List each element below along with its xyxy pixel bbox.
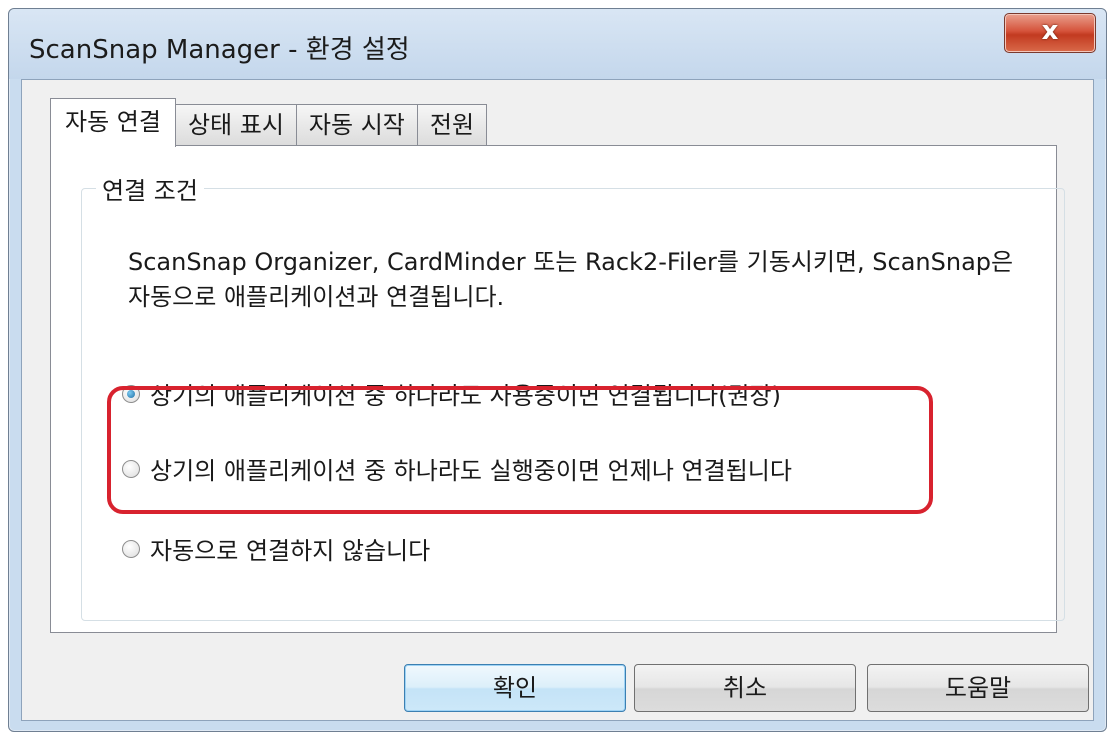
cancel-button[interactable]: 취소 (634, 664, 856, 712)
tab-auto-start[interactable]: 자동 시작 (295, 104, 418, 145)
group-description: ScanSnap Organizer, CardMinder 또는 Rack2-… (128, 245, 1058, 315)
radio-selected-icon[interactable] (122, 384, 140, 403)
help-button[interactable]: 도움말 (867, 664, 1089, 712)
connection-conditions-group: 연결 조건 ScanSnap Organizer, CardMinder 또는 … (81, 171, 1065, 621)
radio-unselected-icon[interactable] (122, 539, 140, 558)
title-bar[interactable]: ScanSnap Manager - 환경 설정 x (9, 9, 1106, 79)
radio-unselected-icon[interactable] (122, 459, 140, 478)
tab-panel-auto-connect: 연결 조건 ScanSnap Organizer, CardMinder 또는 … (50, 145, 1065, 633)
close-icon: x (1041, 16, 1059, 46)
radio-connect-when-in-use[interactable]: 상기의 애플리케이션 중 하나라도 사용중이면 연결됩니다(권장) (122, 376, 781, 411)
description-line-1: ScanSnap Organizer, CardMinder 또는 Rack2-… (128, 248, 1014, 276)
tab-strip: 자동 연결 상태 표시 자동 시작 전원 (50, 98, 488, 147)
tab-auto-connect[interactable]: 자동 연결 (50, 98, 176, 147)
radio-connect-when-running[interactable]: 상기의 애플리케이션 중 하나라도 실행중이면 언제나 연결됩니다 (122, 451, 792, 486)
settings-dialog-window: ScanSnap Manager - 환경 설정 x 자동 연결 상태 표시 자… (8, 8, 1107, 732)
radio-label: 자동으로 연결하지 않습니다 (150, 537, 431, 565)
window-title: ScanSnap Manager - 환경 설정 (29, 35, 410, 65)
tab-power[interactable]: 전원 (416, 104, 488, 145)
tab-status-display[interactable]: 상태 표시 (174, 104, 297, 145)
radio-label: 상기의 애플리케이션 중 하나라도 사용중이면 연결됩니다(권장) (150, 382, 781, 410)
radio-no-auto-connect[interactable]: 자동으로 연결하지 않습니다 (122, 531, 430, 566)
description-line-2: 자동으로 애플리케이션과 연결됩니다. (128, 283, 505, 311)
dialog-client-area: 자동 연결 상태 표시 자동 시작 전원 연결 조건 ScanSnap Orga… (21, 79, 1094, 721)
close-button[interactable]: x (1004, 13, 1096, 53)
group-title: 연결 조건 (96, 171, 204, 206)
radio-label: 상기의 애플리케이션 중 하나라도 실행중이면 언제나 연결됩니다 (150, 457, 792, 485)
ok-button[interactable]: 확인 (404, 664, 626, 712)
